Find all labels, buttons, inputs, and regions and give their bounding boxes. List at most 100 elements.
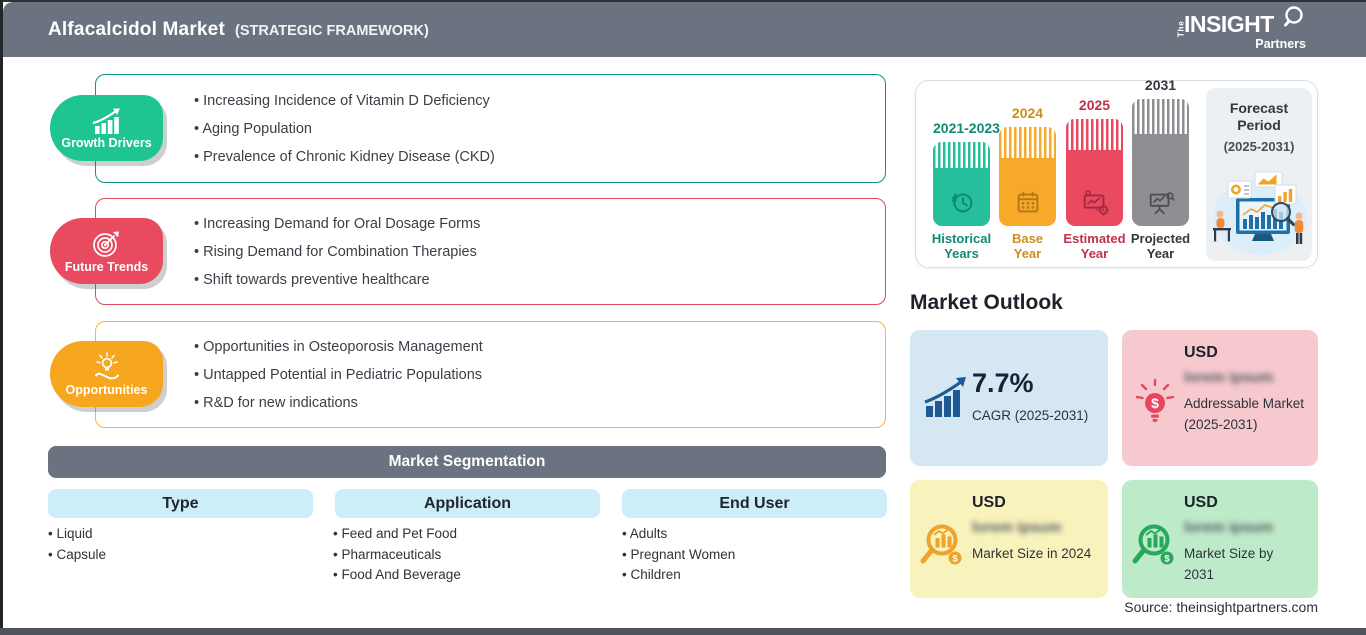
bullet-item: R&D for new indications	[194, 389, 885, 417]
bullet-item: Rising Demand for Combination Therapies	[194, 238, 885, 266]
bullet-item: Aging Population	[194, 115, 885, 143]
list-item: Capsule	[48, 545, 106, 566]
base-year-label: Base Year	[1011, 231, 1044, 261]
hand-holding-bulb-icon	[94, 351, 119, 379]
bullet-item: Opportunities in Osteoporosis Management	[194, 333, 885, 361]
presentation-chart-icon	[1149, 192, 1175, 215]
forecast-line1: Forecast	[1229, 100, 1289, 116]
svg-text:$: $	[1151, 395, 1159, 411]
header-bar: Alfacalcidol Market (STRATEGIC FRAMEWORK…	[3, 2, 1366, 57]
future-trends-label: Future Trends	[64, 259, 149, 274]
window-bottom-edge	[0, 628, 1366, 635]
application-items: Feed and Pet Food Pharmaceuticals Food A…	[333, 524, 461, 586]
estimated-year-label: Estimated Year	[1063, 231, 1126, 261]
base-year-bar: 2024 Base Year	[999, 105, 1056, 261]
magnifier-ring-icon	[1284, 6, 1303, 27]
timeline-card: 2021-2023 Historical Years 2024 Base Yea…	[915, 77, 1318, 268]
svg-text:$: $	[1164, 554, 1170, 565]
infographic-canvas: Alfacalcidol Market (STRATEGIC FRAMEWORK…	[0, 0, 1366, 635]
growth-drivers-badge: Growth Drivers	[50, 95, 163, 161]
forecast-monitor-gear-icon	[1083, 189, 1109, 216]
currency-label: USD	[972, 494, 1006, 511]
projected-year-label: Projected Year	[1130, 231, 1191, 261]
list-item: Adults	[622, 524, 735, 545]
market-size-2024-card: $ USD lorem ipsum Market Size in 2024	[910, 480, 1108, 598]
page-title: Alfacalcidol Market	[48, 18, 225, 40]
opportunities-box: Opportunities in Osteoporosis Management…	[95, 321, 886, 428]
card-label: Market Size by 2031	[1184, 546, 1274, 582]
estimated-year-bar: 2025 Estimated Year	[1063, 97, 1125, 261]
magnifier-chart-dollar-icon: $	[1132, 524, 1174, 565]
growth-drivers-list: Increasing Incidence of Vitamin D Defici…	[96, 87, 885, 171]
clock-history-icon	[951, 193, 972, 213]
bullet-item: Untapped Potential in Pediatric Populati…	[194, 361, 885, 389]
forecast-line2: Period	[1237, 117, 1281, 133]
growth-drivers-box: Increasing Incidence of Vitamin D Defici…	[95, 74, 886, 183]
growth-drivers-label: Growth Drivers	[61, 135, 152, 150]
year-label: 2031	[1144, 77, 1177, 93]
bar-chart-rising-arrow-icon	[92, 108, 120, 134]
segmentation-column-type: Type	[48, 489, 313, 518]
future-trends-list: Increasing Demand for Oral Dosage Forms …	[96, 210, 885, 294]
addressable-market-text: USD lorem ipsum Addressable Market (2025…	[1184, 344, 1306, 435]
historical-years-label: Historical Years	[931, 231, 992, 261]
magnifier-chart-dollar-icon: $	[920, 524, 962, 565]
logo-partners-text: Partners	[1255, 37, 1306, 51]
cagr-value: 7.7%	[972, 368, 1034, 398]
list-item: Pregnant Women	[622, 545, 735, 566]
header-title-wrap: Alfacalcidol Market (STRATEGIC FRAMEWORK…	[48, 19, 429, 41]
forecast-line3: (2025-2031)	[1223, 139, 1295, 154]
addressable-market-card: $ USD lorem ipsum Addressable Market (20…	[1122, 330, 1318, 466]
currency-label: USD	[1184, 344, 1218, 361]
insight-partners-logo: The INSIGHT Partners	[1175, 6, 1310, 51]
bullet-item: Increasing Incidence of Vitamin D Defici…	[194, 87, 885, 115]
analytics-illustration	[1213, 171, 1307, 255]
market-segmentation-bar: Market Segmentation	[48, 446, 886, 478]
page-subtitle: (STRATEGIC FRAMEWORK)	[234, 22, 429, 39]
target-dart-icon	[92, 231, 119, 257]
market-size-2024-text: USD lorem ipsum Market Size in 2024	[972, 494, 1094, 564]
list-item: Food And Beverage	[333, 565, 460, 586]
enduser-items: Adults Pregnant Women Children	[622, 524, 736, 586]
year-label: 2024	[1011, 105, 1044, 121]
card-label: Addressable Market (2025-2031)	[1184, 396, 1305, 432]
blurred-value: lorem ipsum	[1184, 519, 1274, 536]
opportunities-badge: Opportunities	[50, 341, 163, 407]
source-attribution: Source: theinsightpartners.com	[1124, 599, 1318, 615]
calendar-icon	[1017, 191, 1038, 213]
opportunities-label: Opportunities	[65, 382, 148, 397]
historical-years-bar: 2021-2023 Historical Years	[932, 120, 1000, 261]
cagr-label: CAGR (2025-2031)	[972, 408, 1089, 423]
window-left-edge	[0, 0, 3, 635]
year-range-label: 2021-2023	[933, 120, 1000, 136]
bullet-item: Prevalence of Chronic Kidney Disease (CK…	[194, 143, 885, 171]
segmentation-column-enduser: End User	[622, 489, 887, 518]
year-label: 2025	[1078, 97, 1111, 113]
blurred-value: lorem ipsum	[1184, 369, 1274, 386]
future-trends-box: Increasing Demand for Oral Dosage Forms …	[95, 198, 886, 305]
logo-insight-text: INSIGHT	[1184, 11, 1274, 37]
bullet-item: Increasing Demand for Oral Dosage Forms	[194, 210, 885, 238]
projected-year-bar: 2031 Projected Year	[1131, 77, 1190, 261]
future-trends-badge: Future Trends	[50, 218, 163, 284]
type-items: Liquid Capsule	[48, 524, 106, 565]
market-outlook-title: Market Outlook	[910, 291, 1063, 314]
market-size-2031-card: $ USD lorem ipsum Market Size by 2031	[1122, 480, 1318, 598]
currency-label: USD	[1184, 494, 1218, 511]
window-top-edge	[0, 0, 1366, 2]
opportunities-list: Opportunities in Osteoporosis Management…	[96, 333, 885, 417]
cagr-card: 7.7% CAGR (2025-2031)	[910, 330, 1108, 466]
svg-text:$: $	[952, 554, 958, 565]
forecast-period-panel: Forecast Period (2025-2031)	[1206, 88, 1312, 261]
list-item: Feed and Pet Food	[333, 524, 461, 545]
market-size-2031-text: USD lorem ipsum Market Size by 2031	[1184, 494, 1306, 585]
market-segmentation-title: Market Segmentation	[388, 453, 546, 470]
list-item: Children	[622, 565, 735, 586]
list-item: Pharmaceuticals	[333, 545, 461, 566]
bulb-dollar-icon: $	[1135, 378, 1175, 422]
blurred-value: lorem ipsum	[972, 519, 1062, 536]
list-item: Liquid	[48, 524, 106, 545]
card-label: Market Size in 2024	[972, 546, 1092, 561]
bullet-item: Shift towards preventive healthcare	[194, 266, 885, 294]
segmentation-column-application: Application	[335, 489, 600, 518]
